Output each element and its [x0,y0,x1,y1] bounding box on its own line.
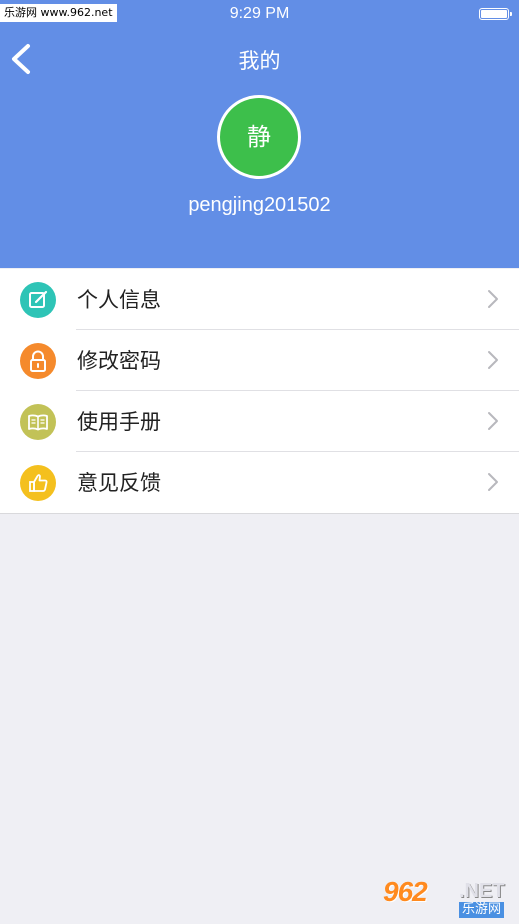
profile-header: 乐游网 www.962.net 9:29 PM 我的 静 pengjing201… [0,0,519,268]
edit-icon [20,282,56,318]
menu-label-change-password: 修改密码 [77,349,161,373]
chevron-right-icon [488,351,498,369]
menu-label-feedback: 意见反馈 [77,471,161,495]
book-icon [20,404,56,440]
status-time: 9:29 PM [229,5,290,22]
lock-icon [20,343,56,379]
menu-label-user-manual: 使用手册 [77,410,161,434]
battery-icon [479,8,512,20]
menu-item-user-manual[interactable]: 使用手册 [0,391,519,452]
username: pengjing201502 [188,194,331,216]
thumbs-up-icon [20,465,56,501]
watermark-suffix: .NET [459,880,505,902]
chevron-left-icon [12,44,30,74]
menu-item-feedback[interactable]: 意见反馈 [0,452,519,513]
page-title: 我的 [238,49,281,73]
watermark-number: 962 [383,876,428,907]
chevron-right-icon [488,473,498,491]
chevron-right-icon [488,412,498,430]
menu-item-change-password[interactable]: 修改密码 [0,330,519,391]
back-button[interactable] [6,38,46,80]
settings-menu: 个人信息 修改密码 使用手册 意见反馈 [0,269,519,514]
watermark-site-name: 乐游网 [459,902,505,918]
site-logo-watermark: 962 .NET 乐游网 [383,876,513,922]
avatar[interactable]: 静 [217,95,301,179]
menu-label-personal-info: 个人信息 [77,288,161,312]
status-bar: 乐游网 www.962.net 9:29 PM [0,0,519,30]
menu-item-personal-info[interactable]: 个人信息 [0,269,519,330]
chevron-right-icon [488,290,498,308]
